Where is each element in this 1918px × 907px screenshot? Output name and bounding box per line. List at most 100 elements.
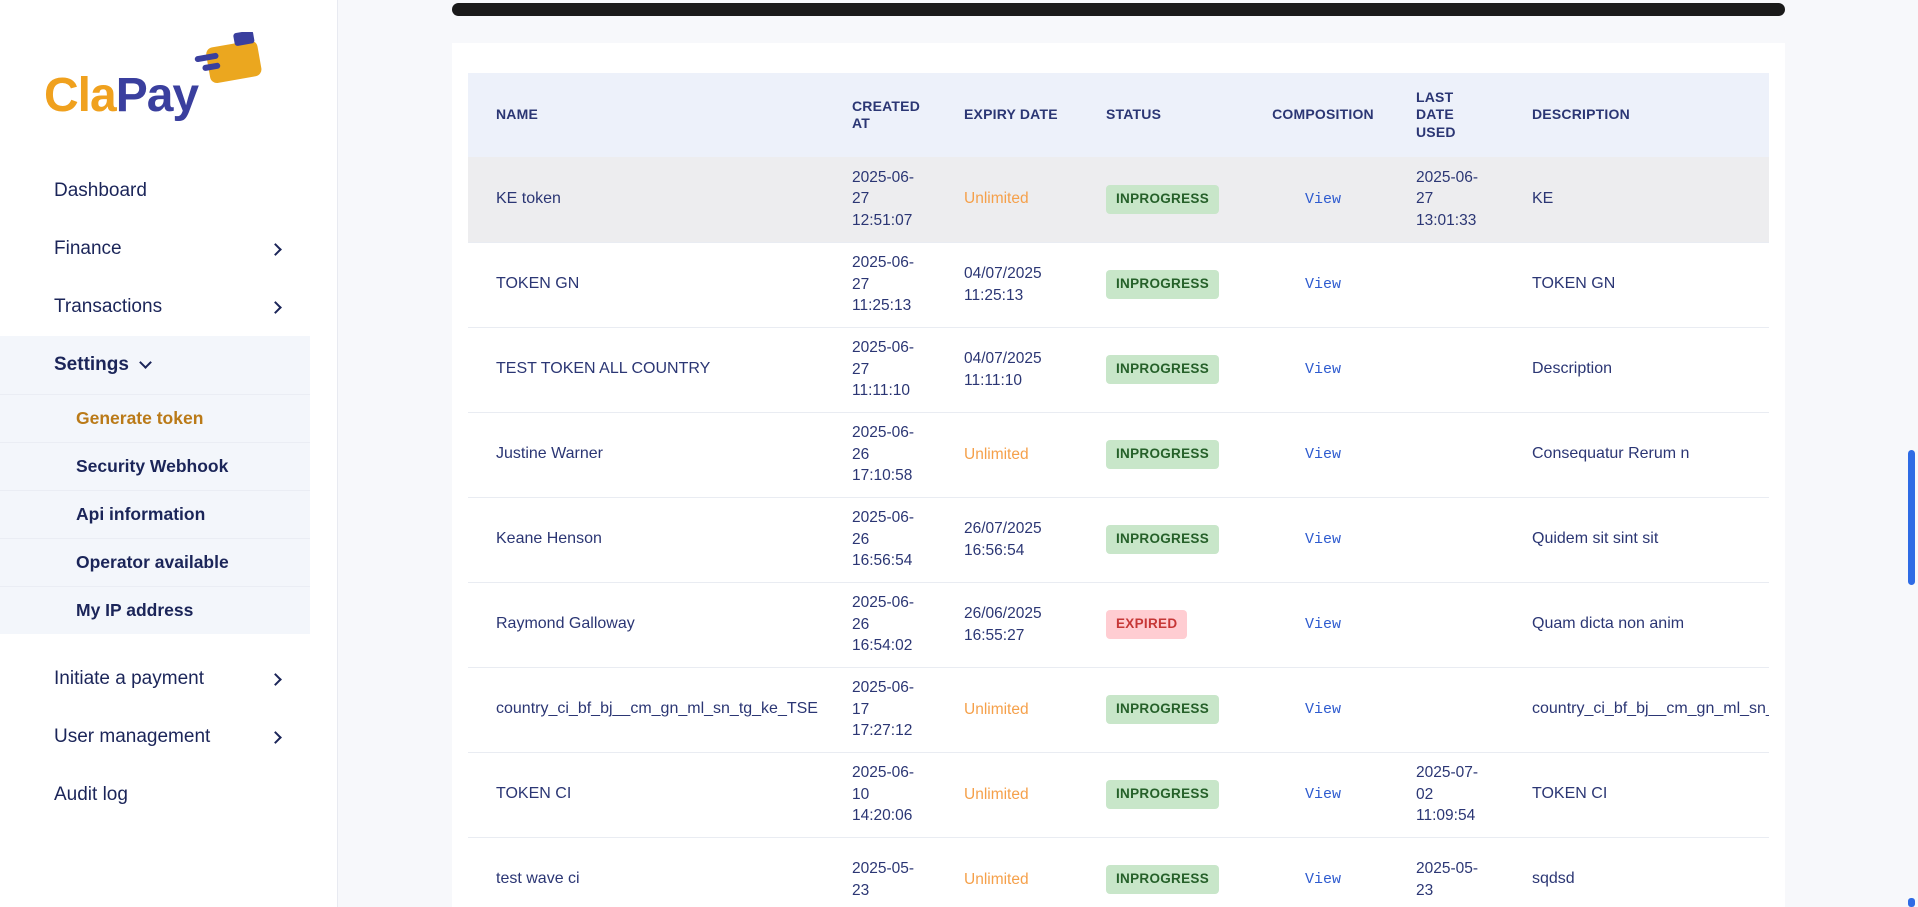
cell-name: TEST TOKEN ALL COUNTRY xyxy=(468,327,828,412)
table-horizontal-scrollbar[interactable] xyxy=(452,3,1785,16)
table-row[interactable]: Raymond Galloway 2025-06-26 16:54:0226/06… xyxy=(468,582,1769,667)
cell-composition: View xyxy=(1240,327,1392,412)
cell-name: TOKEN GN xyxy=(468,242,828,327)
cell-composition: View xyxy=(1240,752,1392,837)
view-link[interactable]: View xyxy=(1305,446,1341,463)
cell-status: INPROGRESS xyxy=(1082,667,1240,752)
clapay-logo-card-icon xyxy=(194,32,272,94)
cell-expiry-date: Unlimited xyxy=(940,837,1082,907)
status-badge: INPROGRESS xyxy=(1106,695,1219,724)
sidebar-subitem-api-information[interactable]: Api information xyxy=(0,490,310,538)
cell-expiry-date: 04/07/2025 11:25:13 xyxy=(940,242,1082,327)
cell-expiry-date: 04/07/2025 11:11:10 xyxy=(940,327,1082,412)
view-link[interactable]: View xyxy=(1305,871,1341,888)
view-link[interactable]: View xyxy=(1305,361,1341,378)
column-header-label: NAME xyxy=(496,106,538,124)
cell-status: INPROGRESS xyxy=(1082,752,1240,837)
last-date-used-value: 2025-06-27 13:01:33 xyxy=(1416,167,1492,232)
cell-composition: View xyxy=(1240,497,1392,582)
cell-name: KE token xyxy=(468,157,828,242)
vertical-scrollbar-thumb[interactable] xyxy=(1908,450,1915,585)
created-at-value: 2025-06-27 11:11:10 xyxy=(852,337,928,402)
sidebar-item-initiate-a-payment[interactable]: Initiate a payment xyxy=(0,650,310,708)
column-header-expiry-date: EXPIRY DATE xyxy=(940,73,1082,157)
view-link[interactable]: View xyxy=(1305,701,1341,718)
cell-description: Consequatur Rerum n xyxy=(1508,412,1769,497)
table-row[interactable]: Justine Warner2025-06-26 17:10:58Unlimit… xyxy=(468,412,1769,497)
cell-status: INPROGRESS xyxy=(1082,497,1240,582)
sidebar-item-finance[interactable]: Finance xyxy=(0,220,310,278)
sidebar-item-settings[interactable]: Settings xyxy=(0,336,310,394)
table-row[interactable]: TEST TOKEN ALL COUNTRY 2025-06-27 11:11:1… xyxy=(468,327,1769,412)
column-header-name: NAME xyxy=(468,73,828,157)
table-header-row: NAME CREATED AT EXPIRY DATE STATUS COMPOSITI… xyxy=(468,73,1769,157)
sidebar-item-transactions[interactable]: Transactions xyxy=(0,278,310,336)
chevron-down-icon xyxy=(139,356,152,369)
cell-description: TOKEN CI xyxy=(1508,752,1769,837)
sidebar-subitem-security-webhook[interactable]: Security Webhook xyxy=(0,442,310,490)
cell-name: Keane Henson xyxy=(468,497,828,582)
created-at-value: 2025-06-27 11:25:13 xyxy=(852,252,928,317)
cell-last-date-used xyxy=(1392,412,1508,497)
sidebar-item-audit-log[interactable]: Audit log xyxy=(0,766,310,824)
cell-expiry-date: 26/07/2025 16:56:54 xyxy=(940,497,1082,582)
sidebar-subitem-my-ip-address[interactable]: My IP address xyxy=(0,586,310,634)
cell-created-at: 2025-06-17 17:27:12 xyxy=(828,667,940,752)
table-row[interactable]: Keane Henson2025-06-26 16:56:5426/07/202… xyxy=(468,497,1769,582)
clapay-logo-text: ClaPay xyxy=(44,68,198,123)
column-header-label: COMPOSITION xyxy=(1272,106,1374,124)
cell-description: Description xyxy=(1508,327,1769,412)
sidebar-item-label: Settings xyxy=(54,354,129,376)
column-header-label: STATUS xyxy=(1106,106,1161,124)
sidebar-item-dashboard[interactable]: Dashboard xyxy=(0,162,310,220)
view-link[interactable]: View xyxy=(1305,276,1341,293)
created-at-value: 2025-06-17 17:27:12 xyxy=(852,677,928,742)
cell-composition: View xyxy=(1240,157,1392,242)
column-header-label: EXPIRY DATE xyxy=(964,106,1058,124)
view-link[interactable]: View xyxy=(1305,531,1341,548)
cell-status: INPROGRESS xyxy=(1082,412,1240,497)
sidebar-item-label: User management xyxy=(54,726,210,748)
sidebar-nav: Dashboard FinanceTransactions Settings Gene… xyxy=(0,162,310,824)
cell-expiry-date: 26/06/2025 16:55:27 xyxy=(940,582,1082,667)
cell-last-date-used xyxy=(1392,242,1508,327)
view-link[interactable]: View xyxy=(1305,616,1341,633)
sidebar-item-user-management[interactable]: User management xyxy=(0,708,310,766)
cell-description: TOKEN GN xyxy=(1508,242,1769,327)
cell-status: INPROGRESS xyxy=(1082,327,1240,412)
cell-created-at: 2025-06-27 11:25:13 xyxy=(828,242,940,327)
view-link[interactable]: View xyxy=(1305,191,1341,208)
status-badge: INPROGRESS xyxy=(1106,355,1219,384)
created-at-value: 2025-06-26 16:54:02 xyxy=(852,592,928,657)
sidebar-item-label: Dashboard xyxy=(54,180,147,202)
cell-last-date-used xyxy=(1392,497,1508,582)
cell-last-date-used: 2025-05-23 xyxy=(1392,837,1508,907)
cell-name: test wave ci xyxy=(468,837,828,907)
table-row[interactable]: TOKEN CI2025-06-10 14:20:06UnlimitedINPR… xyxy=(468,752,1769,837)
table-row[interactable]: KE token2025-06-27 12:51:07UnlimitedINPR… xyxy=(468,157,1769,242)
cell-expiry-date: Unlimited xyxy=(940,412,1082,497)
scrollbar-bottom-fragment[interactable] xyxy=(1908,898,1915,907)
cell-name: Raymond Galloway xyxy=(468,582,828,667)
clapay-logo[interactable]: ClaPay xyxy=(44,34,294,140)
cell-description: sqdsd xyxy=(1508,837,1769,907)
brand-prefix: Cla xyxy=(44,69,116,122)
cell-last-date-used xyxy=(1392,327,1508,412)
settings-submenu: Generate tokenSecurity WebhookApi inform… xyxy=(0,394,310,634)
view-link[interactable]: View xyxy=(1305,786,1341,803)
table-row[interactable]: country_ci_bf_bj__cm_gn_ml_sn_tg_ke_TSE2… xyxy=(468,667,1769,752)
cell-composition: View xyxy=(1240,667,1392,752)
table-row[interactable]: TOKEN GN 2025-06-27 11:25:1304/07/2025 11… xyxy=(468,242,1769,327)
column-header-composition: COMPOSITION xyxy=(1240,73,1392,157)
sidebar-subitem-generate-token[interactable]: Generate token xyxy=(0,394,310,442)
chevron-right-icon xyxy=(269,731,282,744)
chevron-right-icon xyxy=(269,243,282,256)
cell-expiry-date: Unlimited xyxy=(940,157,1082,242)
table-row[interactable]: test wave ci2025-05-23UnlimitedINPROGRES… xyxy=(468,837,1769,907)
sidebar-item-label: Initiate a payment xyxy=(54,668,204,690)
sidebar-subitem-operator-available[interactable]: Operator available xyxy=(0,538,310,586)
cell-composition: View xyxy=(1240,412,1392,497)
cell-status: INPROGRESS xyxy=(1082,242,1240,327)
created-at-value: 2025-06-26 17:10:58 xyxy=(852,422,928,487)
column-header-label: CREATED AT xyxy=(852,98,930,133)
